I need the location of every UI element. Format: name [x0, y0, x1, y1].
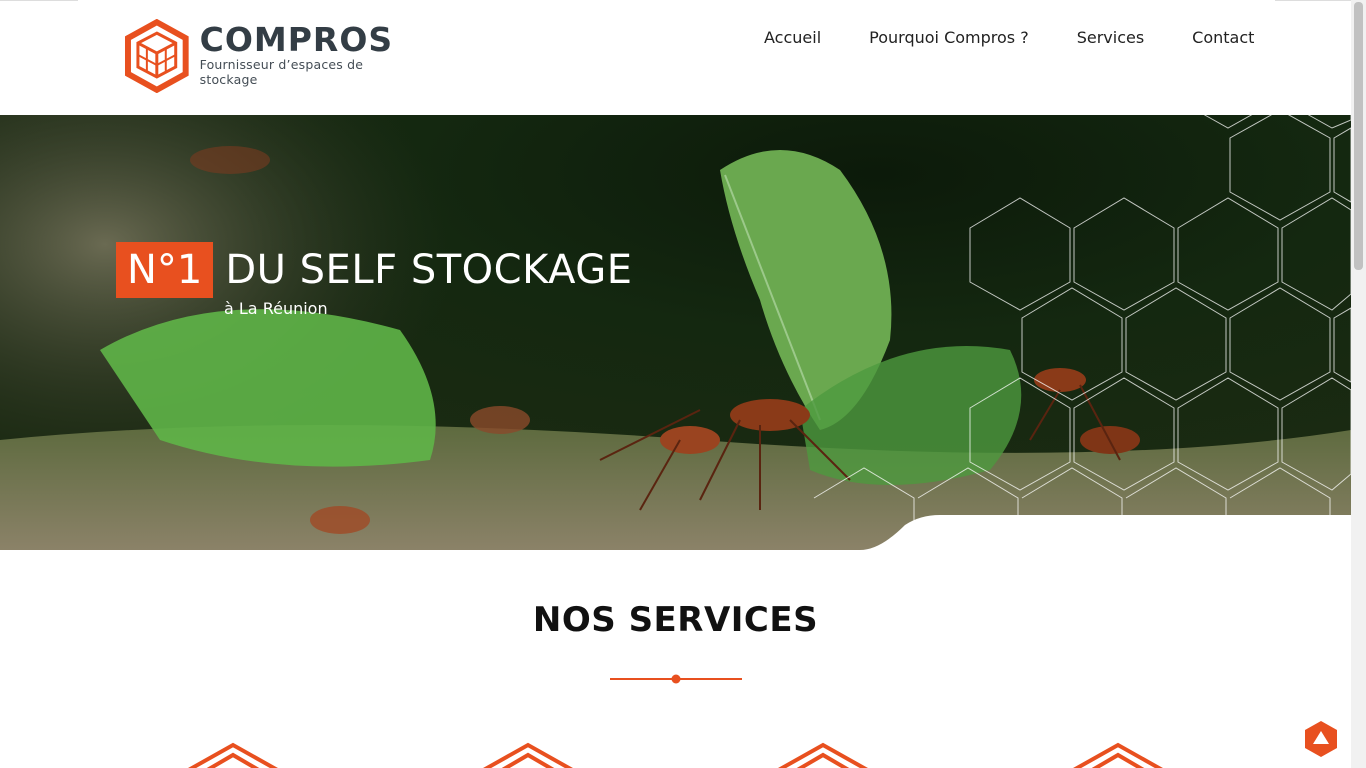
hexagon-outline-icon [188, 742, 278, 768]
hero-bottom-shape [0, 515, 1351, 552]
service-icons-row [0, 740, 1351, 768]
hero-background-image [0, 80, 1351, 550]
hero-badge: N°1 [116, 242, 214, 298]
hero-banner [0, 80, 1351, 550]
section-divider [610, 674, 742, 684]
hero-heading: DU SELF STOCKAGE [225, 247, 633, 293]
hero-subheading: à La Réunion [224, 299, 328, 318]
hexagon-outline-icon [483, 742, 573, 768]
nav-item-accueil[interactable]: Accueil [740, 26, 845, 49]
hexagon-cube-icon [124, 18, 189, 93]
page-scrollbar[interactable] [1351, 0, 1366, 768]
nav-item-contact[interactable]: Contact [1168, 26, 1278, 49]
hero-title: N°1 DU SELF STOCKAGE [116, 242, 633, 298]
hexagon-outline-icon [778, 742, 868, 768]
main-nav: Accueil Pourquoi Compros ? Services Cont… [740, 26, 1278, 49]
logo-text: COMPROS Fournisseur d’espaces de stockag… [199, 20, 424, 87]
services-title: NOS SERVICES [532, 600, 819, 640]
brand-name: COMPROS [199, 20, 394, 59]
site-logo[interactable]: COMPROS Fournisseur d’espaces de stockag… [124, 18, 424, 93]
back-to-top-button[interactable] [1304, 720, 1338, 758]
scrollbar-thumb[interactable] [1354, 2, 1363, 270]
nav-item-pourquoi-compros[interactable]: Pourquoi Compros ? [845, 26, 1053, 49]
nav-item-services[interactable]: Services [1053, 26, 1168, 49]
brand-tagline: Fournisseur d’espaces de stockage [199, 57, 364, 87]
hexagon-outline-icon [1073, 742, 1163, 768]
